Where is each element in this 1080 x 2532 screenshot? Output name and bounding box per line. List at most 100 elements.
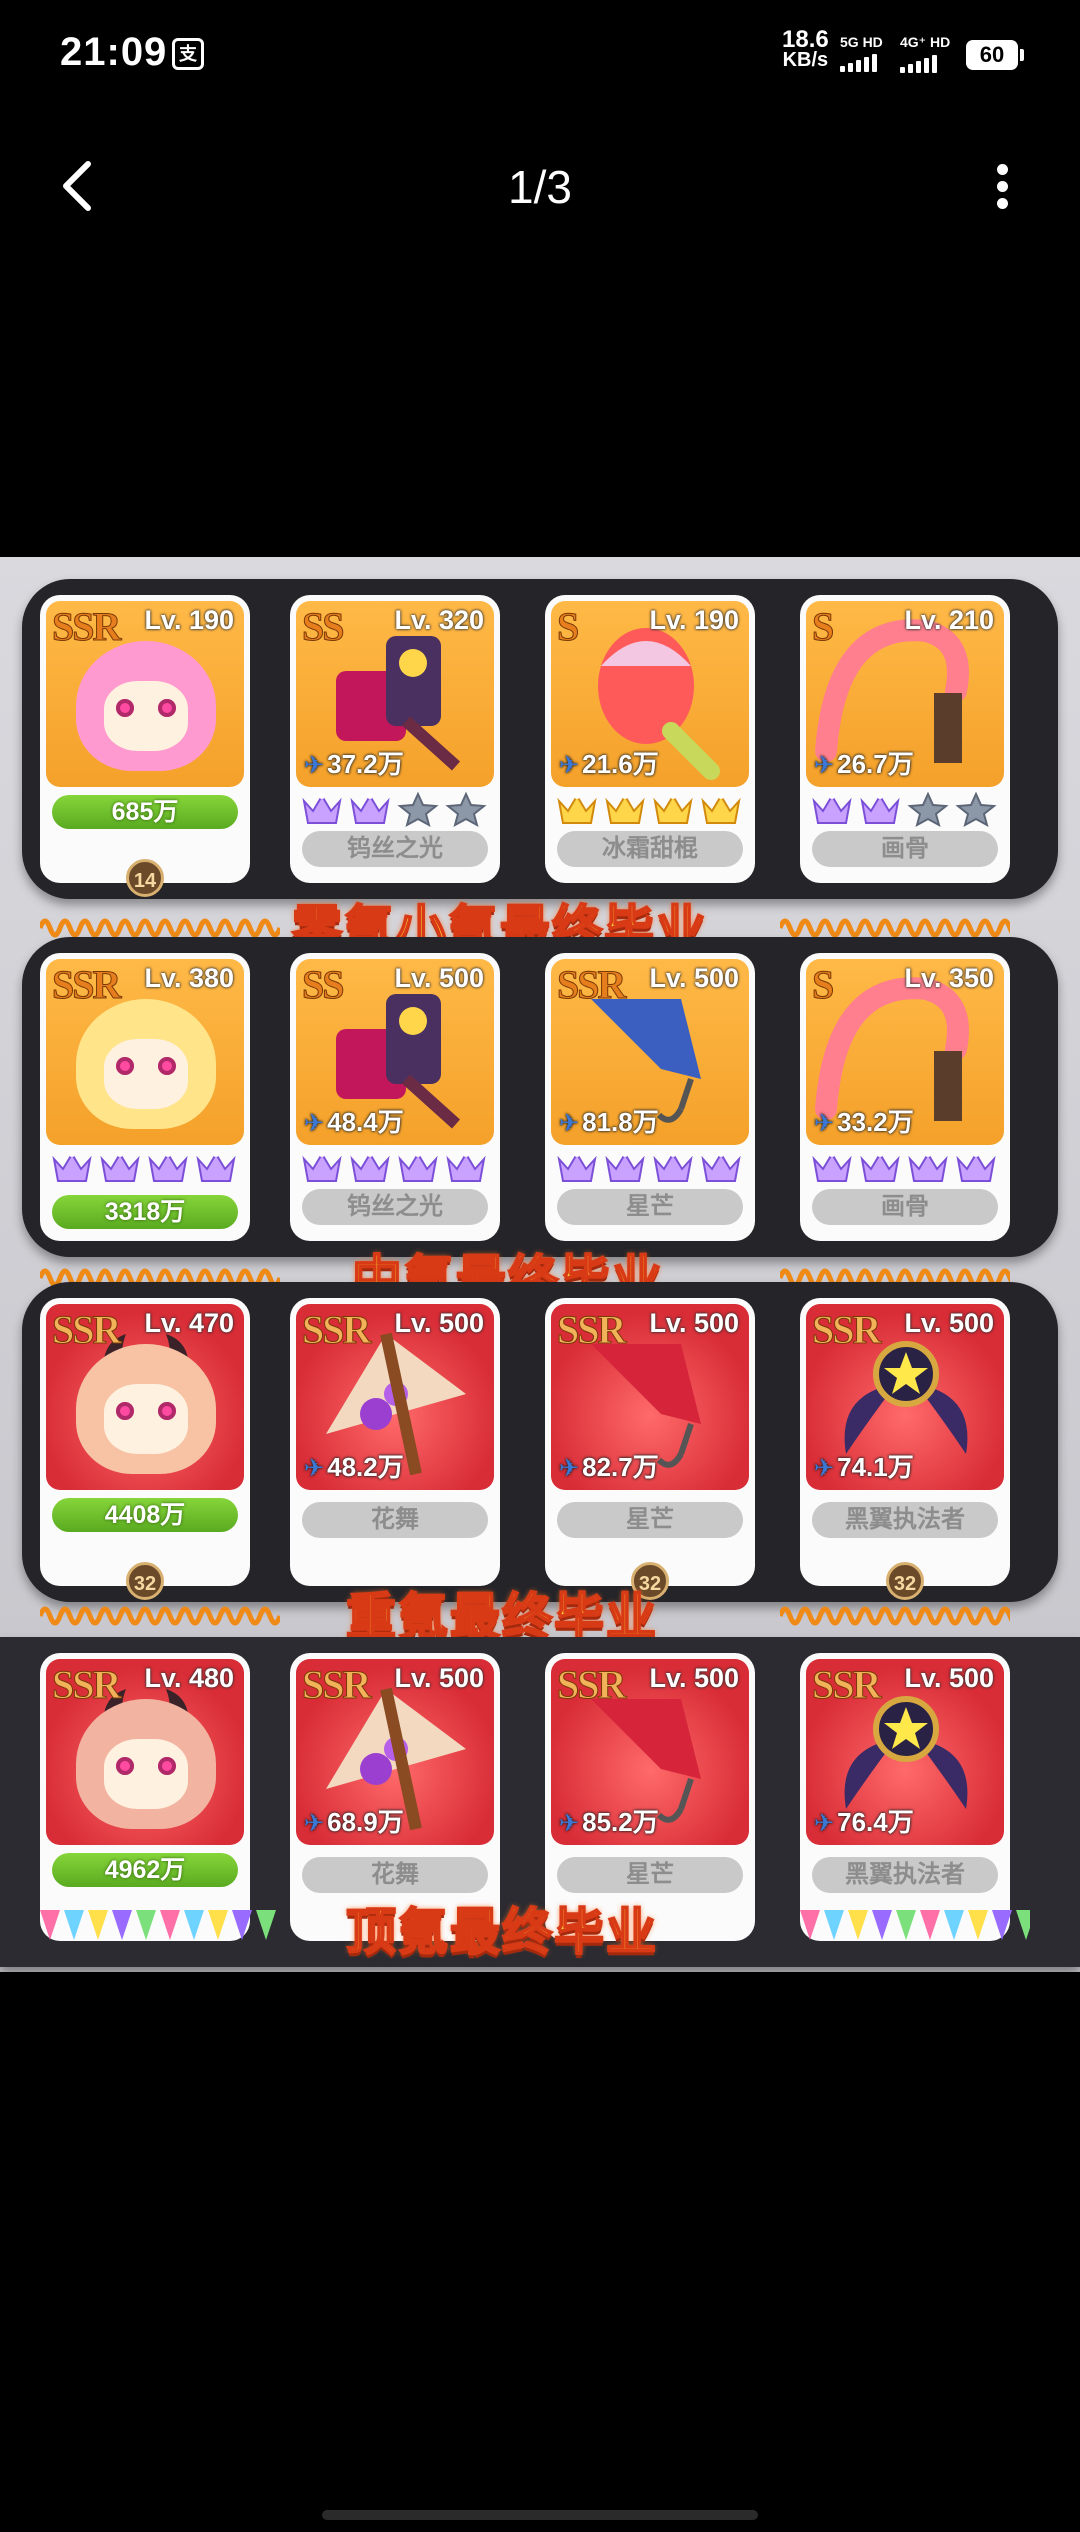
character-art: SSR Lv. 480: [46, 1659, 244, 1845]
weapon-art: S Lv. 190 21.6万: [551, 601, 749, 787]
weapon-name: 黑翼执法者: [812, 1857, 998, 1893]
level-badge: 32: [886, 1562, 924, 1600]
level-label: Lv. 190: [144, 605, 234, 635]
weapon-card[interactable]: SSR Lv. 500 81.8万星芒: [545, 953, 755, 1241]
weapon-art: SS Lv. 320 37.2万: [296, 601, 494, 787]
more-vertical-icon: [996, 164, 1008, 175]
weapon-power: 85.2万: [559, 1802, 659, 1839]
weapon-card[interactable]: S Lv. 210 26.7万画骨: [800, 595, 1010, 883]
character-art: SSR Lv. 380: [46, 959, 244, 1145]
level-label: Lv. 500: [904, 1663, 994, 1693]
tier-banner: 顶氪最终毕业: [345, 1903, 658, 1961]
crown-icon: [396, 1149, 440, 1185]
weapon-power: 81.8万: [559, 1102, 659, 1139]
level-label: Lv. 500: [904, 1308, 994, 1338]
star-rating: [551, 787, 749, 829]
weapon-power: 68.9万: [304, 1802, 404, 1839]
weapon-art: S Lv. 210 26.7万: [806, 601, 1004, 787]
signal-5g-icon: 5G HD: [840, 34, 883, 72]
empty-star-icon: [396, 791, 440, 828]
weapon-art: SSR Lv. 500 81.8万: [551, 959, 749, 1145]
level-badge: 32: [126, 1562, 164, 1600]
crown-icon: [194, 1149, 238, 1185]
weapon-art: SSR Lv. 500 76.4万: [806, 1659, 1004, 1845]
weapon-power: 33.2万: [814, 1102, 914, 1139]
crown-icon: [300, 791, 344, 827]
character-art: SSR Lv. 190: [46, 601, 244, 787]
clock: 21:09: [60, 30, 168, 74]
crown-icon: [699, 1149, 743, 1185]
weapon-card[interactable]: SSR Lv. 500 76.4万黑翼执法者: [800, 1653, 1010, 1941]
character-portrait: [76, 1344, 216, 1474]
level-label: Lv. 500: [394, 1308, 484, 1338]
crown-icon: [651, 791, 695, 827]
battery-icon: 60: [966, 40, 1024, 70]
crown-icon: [603, 791, 647, 827]
game-screenshot-image[interactable]: SSRLv. 190685万14SSLv. 32037.2万钨丝之光SLv. 1…: [0, 557, 1080, 1972]
level-label: Lv. 500: [394, 963, 484, 993]
weapon-card[interactable]: SSR Lv. 500 74.1万黑翼执法者 32: [800, 1298, 1010, 1600]
level-label: Lv. 500: [649, 1663, 739, 1693]
character-card[interactable]: SSR Lv. 190 685万 14: [40, 595, 250, 897]
rarity-label: SSR: [811, 1662, 881, 1708]
network-speed: 18.6 KB/s: [782, 26, 829, 71]
rarity-label: SS: [302, 962, 345, 1008]
crown-icon: [603, 1149, 647, 1185]
character-card[interactable]: SSR Lv. 470 4408万 32: [40, 1298, 250, 1600]
level-label: Lv. 190: [649, 605, 739, 635]
weapon-card[interactable]: S Lv. 350 33.2万画骨: [800, 953, 1010, 1241]
level-label: Lv. 380: [144, 963, 234, 993]
weapon-card[interactable]: SS Lv. 320 37.2万钨丝之光: [290, 595, 500, 883]
weapon-name: 星芒: [557, 1857, 743, 1893]
weapon-name: 画骨: [812, 1189, 998, 1225]
star-rating: [296, 1145, 494, 1187]
character-portrait: [76, 641, 216, 771]
rarity-label: SS: [302, 604, 345, 650]
weapon-art: SSR Lv. 500 82.7万: [551, 1304, 749, 1490]
weapon-card[interactable]: SSR Lv. 500 48.2万花舞: [290, 1298, 500, 1586]
weapon-name: 黑翼执法者: [812, 1502, 998, 1538]
weapon-power: 82.7万: [559, 1447, 659, 1484]
star-rating: [296, 787, 494, 829]
character-card[interactable]: SSR Lv. 480 4962万: [40, 1653, 250, 1941]
combat-power-bar: 4408万: [52, 1498, 238, 1532]
star-rating: [46, 1145, 244, 1187]
character-card[interactable]: SSR Lv. 380 3318万: [40, 953, 250, 1241]
weapon-art: SSR Lv. 500 85.2万: [551, 1659, 749, 1845]
weapon-card[interactable]: SS Lv. 500 48.4万钨丝之光: [290, 953, 500, 1241]
crown-icon: [906, 1149, 950, 1185]
rarity-label: S: [811, 604, 834, 650]
level-label: Lv. 500: [649, 1308, 739, 1338]
star-rating: [551, 1145, 749, 1187]
weapon-card[interactable]: S Lv. 190 21.6万冰霜甜棍: [545, 595, 755, 883]
rarity-label: SSR: [51, 604, 121, 650]
crown-icon: [810, 1149, 854, 1185]
build-row: SSR Lv. 470 4408万 32 SSR Lv. 500 48.2万花舞 SSR Lv.…: [22, 1282, 1058, 1602]
crown-icon: [858, 1149, 902, 1185]
build-row: SSR Lv. 190 685万 14 SS Lv. 320 37.2万钨丝之光 S Lv. 1…: [22, 579, 1058, 899]
level-label: Lv. 480: [144, 1663, 234, 1693]
rarity-label: SSR: [811, 1307, 881, 1353]
rarity-label: SSR: [301, 1307, 371, 1353]
build-row: SSR Lv. 380 3318万 SS Lv. 500 48.4万钨丝之光 SSR Lv. …: [22, 937, 1058, 1257]
rarity-label: S: [556, 604, 579, 650]
signal-4g-icon: 4G⁺ HD: [900, 34, 950, 73]
weapon-name: 画骨: [812, 831, 998, 867]
combat-power-bar: 4962万: [52, 1853, 238, 1887]
crown-icon: [300, 1149, 344, 1185]
viewer-navbar: 1/3: [0, 140, 1080, 230]
weapon-power: 37.2万: [304, 744, 404, 781]
star-rating: [806, 1145, 1004, 1187]
character-portrait: [76, 1699, 216, 1829]
more-options-button[interactable]: [980, 158, 1024, 214]
rarity-label: SSR: [556, 1662, 626, 1708]
weapon-card[interactable]: SSRLv. 50082.7万星芒32: [545, 1298, 755, 1600]
level-label: Lv. 350: [904, 963, 994, 993]
weapon-power: 26.7万: [814, 744, 914, 781]
bunting-decoration-icon: [40, 1910, 276, 1940]
crown-icon: [146, 1149, 190, 1185]
squiggle-decoration-icon: [40, 1606, 280, 1626]
empty-star-icon: [444, 791, 488, 828]
crown-icon: [954, 1149, 998, 1185]
crown-icon: [651, 1149, 695, 1185]
